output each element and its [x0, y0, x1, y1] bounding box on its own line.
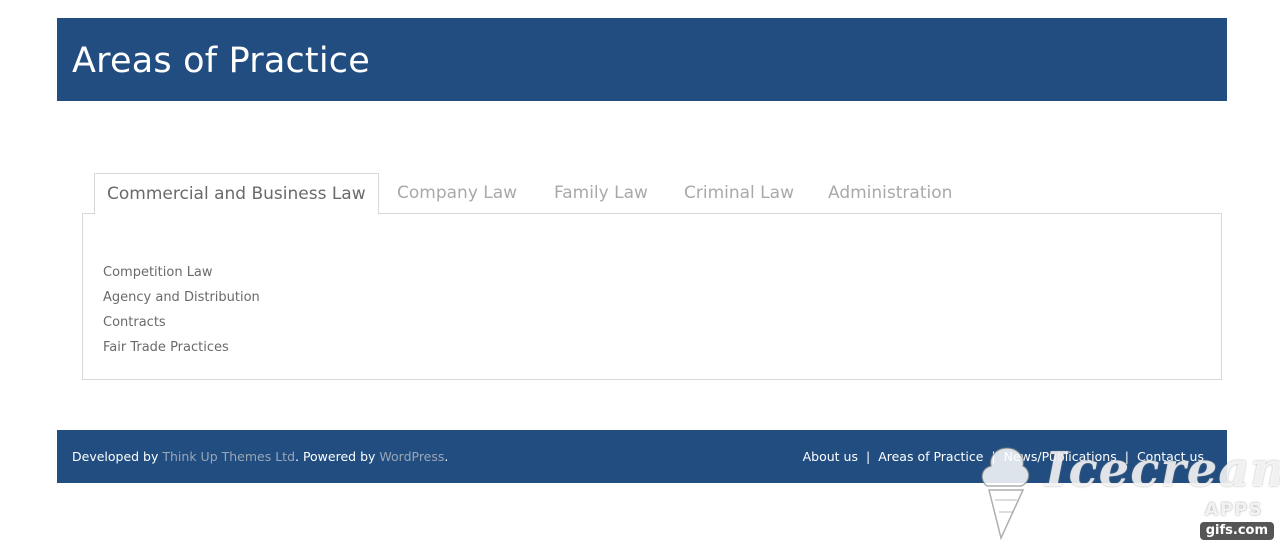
- tab-criminal-law[interactable]: Criminal Law: [684, 173, 794, 213]
- tab-panel: Competition Law Agency and Distribution …: [82, 213, 1222, 380]
- tab-company-law[interactable]: Company Law: [397, 173, 517, 213]
- footer-credits: Developed by Think Up Themes Ltd. Powere…: [72, 430, 448, 483]
- footer-link-areas-of-practice[interactable]: Areas of Practice: [878, 449, 983, 464]
- list-item: Contracts: [103, 315, 166, 330]
- developer-link[interactable]: Think Up Themes Ltd: [162, 449, 295, 464]
- footer-separator: |: [865, 449, 871, 464]
- page: Areas of Practice Commercial and Busines…: [0, 0, 1280, 546]
- watermark-apps: APPS: [1205, 500, 1264, 520]
- page-title: Areas of Practice: [72, 41, 370, 81]
- footer-separator: |: [1124, 449, 1129, 464]
- footer-link-contact-us[interactable]: Contact us: [1137, 449, 1204, 464]
- list-item: Competition Law: [103, 265, 213, 280]
- wordpress-link[interactable]: WordPress: [379, 449, 444, 464]
- gifs-badge: gifs.com: [1199, 522, 1274, 540]
- list-item: Agency and Distribution: [103, 290, 260, 305]
- developed-by-text: Developed by: [72, 449, 163, 464]
- footer-link-news-publications[interactable]: News/Publications: [1004, 449, 1117, 464]
- tab-administration[interactable]: Administration: [828, 173, 952, 213]
- powered-by-text: . Powered by: [295, 449, 380, 464]
- practice-list: Competition Law Agency and Distribution …: [103, 260, 260, 360]
- tab-commercial-business-law[interactable]: Commercial and Business Law: [94, 173, 379, 215]
- footer-nav: About us | Areas of Practice | News/Publicat…: [803, 430, 1204, 483]
- credits-period: .: [444, 449, 449, 464]
- site-footer: Developed by Think Up Themes Ltd. Powere…: [57, 430, 1227, 483]
- footer-link-about-us[interactable]: About us: [803, 449, 858, 464]
- practice-tabs: Commercial and Business Law Company Law …: [82, 173, 1222, 215]
- tab-family-law[interactable]: Family Law: [554, 173, 648, 213]
- page-header: Areas of Practice: [57, 18, 1227, 101]
- list-item: Fair Trade Practices: [103, 340, 229, 355]
- footer-separator: |: [991, 449, 996, 464]
